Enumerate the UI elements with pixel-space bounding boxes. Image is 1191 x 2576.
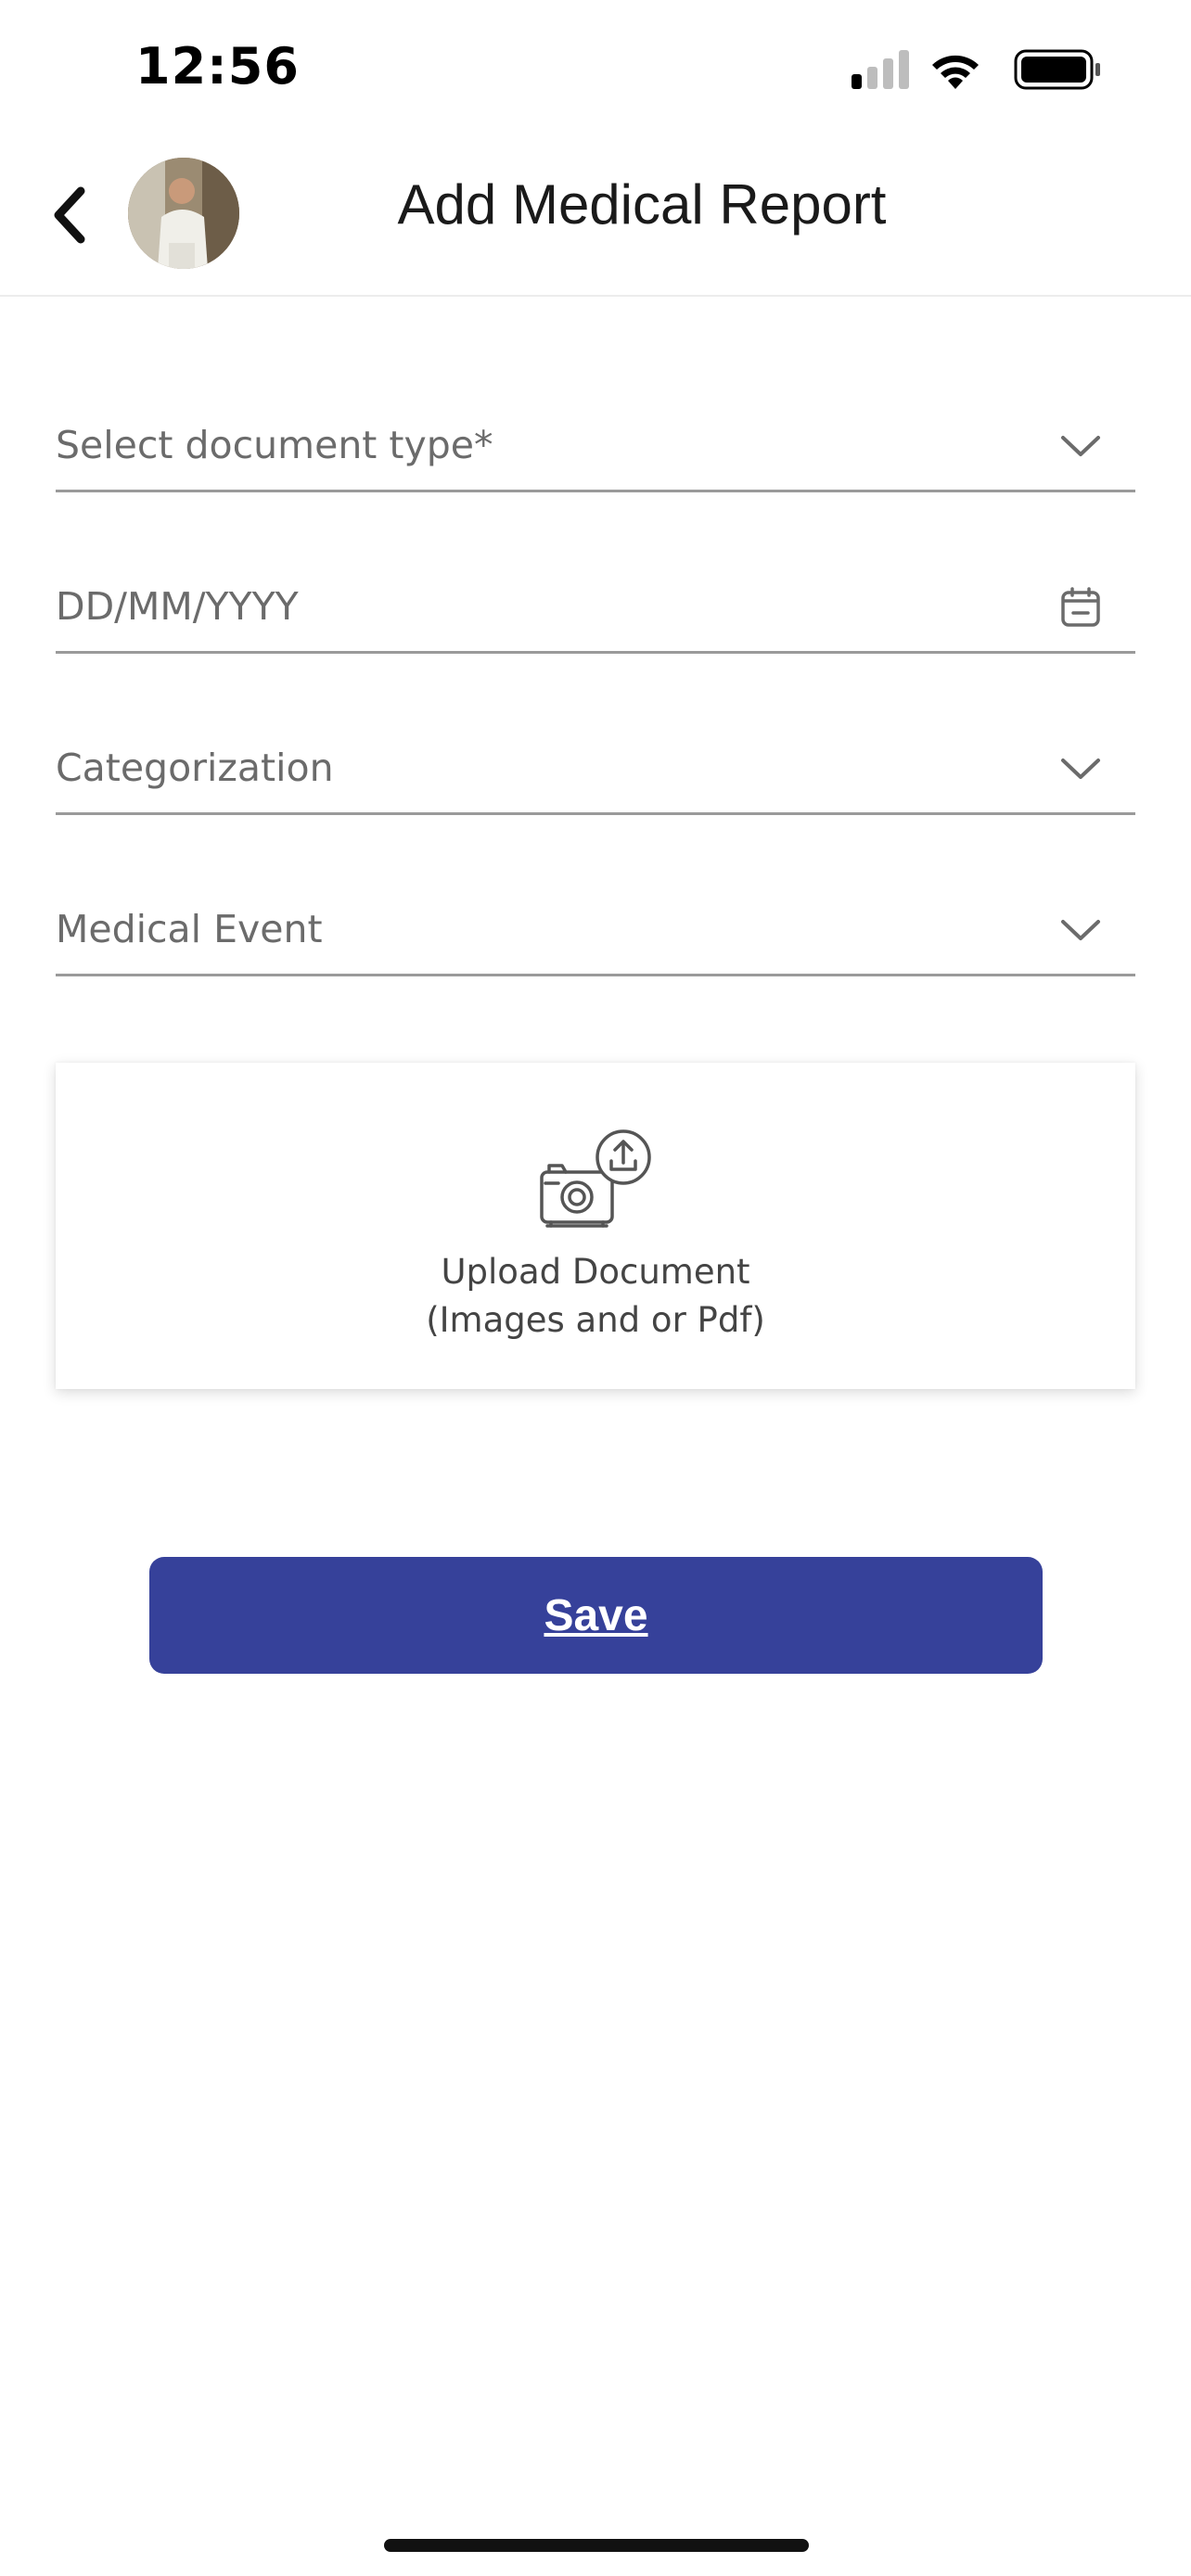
wifi-icon: [932, 55, 979, 89]
upload-subtitle: (Images and or Pdf): [426, 1300, 765, 1340]
upload-title: Upload Document: [441, 1252, 750, 1292]
cellular-signal-icon: [852, 50, 909, 89]
calendar-icon[interactable]: [1059, 586, 1102, 629]
document-type-placeholder: Select document type*: [56, 423, 493, 467]
medical-event-dropdown[interactable]: Medical Event: [56, 875, 1135, 976]
home-indicator: [384, 2539, 809, 2552]
status-bar: 12:56: [0, 0, 1191, 139]
chevron-down-icon: [1061, 759, 1100, 779]
date-placeholder: DD/MM/YYYY: [56, 584, 299, 629]
page-title: Add Medical Report: [397, 173, 887, 236]
upload-instructions: Upload Document (Images and or Pdf): [56, 1248, 1135, 1345]
chevron-down-icon: [1061, 920, 1100, 940]
battery-icon: [1014, 49, 1100, 90]
status-icons: [852, 49, 1100, 90]
categorization-placeholder: Categorization: [56, 746, 334, 790]
header: Add Medical Report: [0, 139, 1191, 297]
status-time: 12:56: [135, 37, 300, 96]
categorization-dropdown[interactable]: Categorization: [56, 714, 1135, 815]
document-type-dropdown[interactable]: Select document type*: [56, 391, 1135, 492]
camera-upload-icon: [540, 1129, 651, 1228]
upload-document-card[interactable]: Upload Document (Images and or Pdf): [56, 1063, 1135, 1389]
save-button[interactable]: Save: [149, 1557, 1043, 1674]
date-field[interactable]: DD/MM/YYYY: [56, 553, 1135, 654]
medical-event-placeholder: Medical Event: [56, 907, 323, 951]
chevron-down-icon: [1061, 436, 1100, 456]
